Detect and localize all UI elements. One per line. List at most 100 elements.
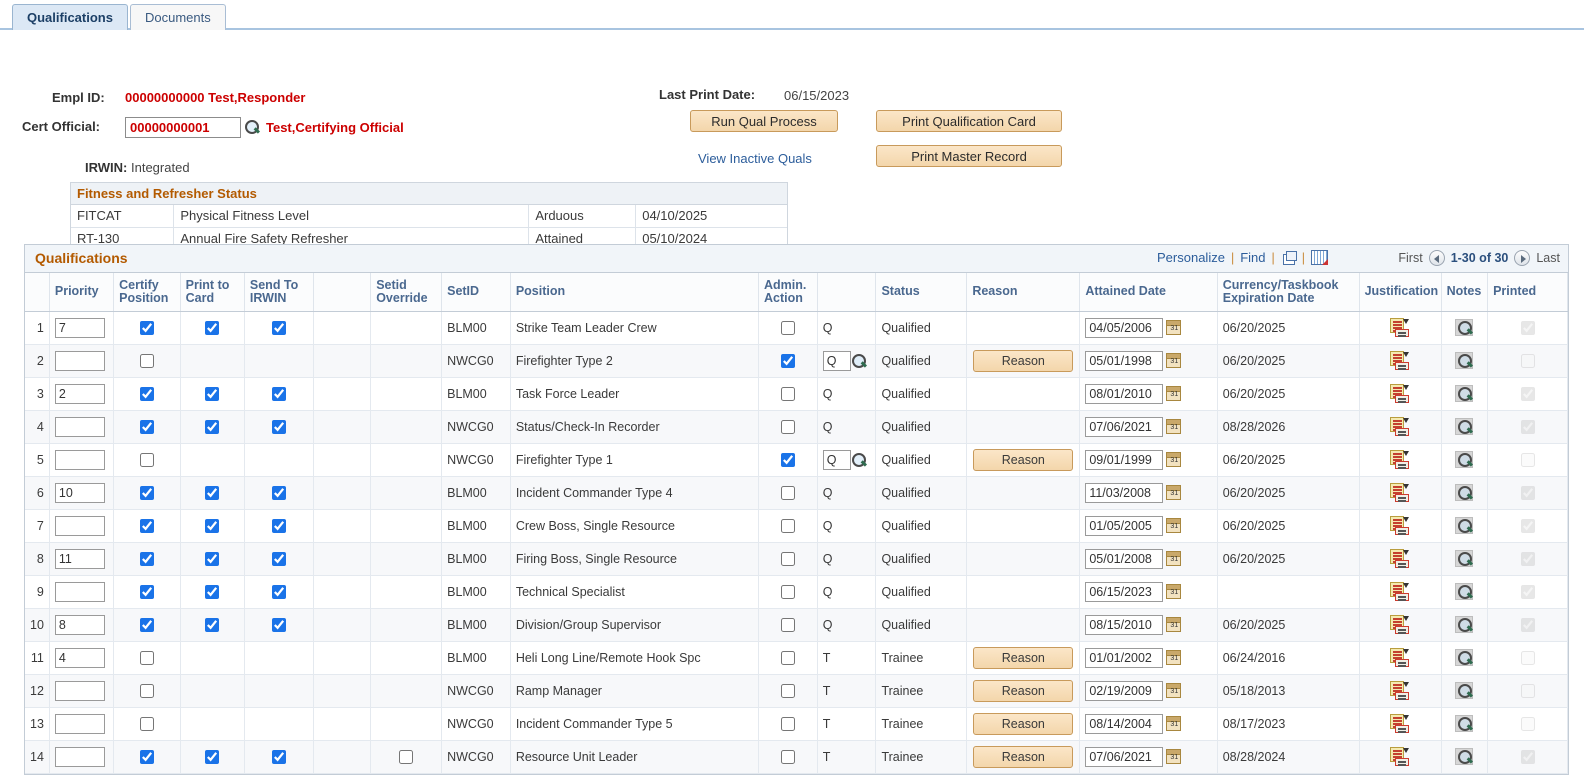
reason-button[interactable]: Reason — [973, 679, 1074, 702]
print-to-card-checkbox[interactable] — [205, 320, 220, 335]
calendar-icon[interactable] — [1166, 320, 1182, 335]
send-to-irwin-checkbox[interactable] — [271, 386, 286, 401]
notes-magnifier-icon[interactable] — [1455, 385, 1474, 402]
justification-document-icon[interactable] — [1390, 714, 1410, 733]
calendar-icon[interactable] — [1166, 353, 1182, 368]
justification-document-icon[interactable] — [1390, 450, 1410, 469]
admin-action-checkbox[interactable] — [780, 716, 795, 731]
justification-document-icon[interactable] — [1390, 483, 1410, 502]
justification-document-icon[interactable] — [1390, 318, 1410, 337]
print-to-card-checkbox[interactable] — [205, 518, 220, 533]
priority-input[interactable] — [54, 515, 105, 536]
certify-position-checkbox[interactable] — [139, 419, 154, 434]
certify-position-checkbox[interactable] — [139, 584, 154, 599]
send-to-irwin-checkbox[interactable] — [271, 320, 286, 335]
admin-action-checkbox[interactable] — [780, 518, 795, 533]
download-grid-icon[interactable] — [1311, 250, 1328, 265]
attained-date-input[interactable] — [1085, 449, 1164, 470]
admin-action-code-input[interactable] — [822, 350, 851, 371]
priority-input[interactable] — [54, 548, 105, 569]
priority-input[interactable] — [54, 614, 105, 635]
certify-position-checkbox[interactable] — [139, 485, 154, 500]
send-to-irwin-checkbox[interactable] — [271, 419, 286, 434]
justification-document-icon[interactable] — [1390, 417, 1410, 436]
admin-action-code-input[interactable] — [822, 449, 851, 470]
justification-document-icon[interactable] — [1390, 384, 1410, 403]
reason-button[interactable]: Reason — [973, 712, 1074, 735]
admin-action-checkbox[interactable] — [780, 485, 795, 500]
admin-action-checkbox[interactable] — [780, 386, 795, 401]
admin-action-checkbox[interactable] — [780, 617, 795, 632]
admin-action-checkbox[interactable] — [780, 683, 795, 698]
attained-date-input[interactable] — [1085, 713, 1164, 734]
admin-action-checkbox[interactable] — [780, 551, 795, 566]
admin-action-lookup-icon[interactable] — [851, 452, 867, 468]
personalize-link[interactable]: Personalize — [1157, 250, 1225, 265]
previous-page-icon[interactable] — [1428, 250, 1445, 266]
priority-input[interactable] — [54, 317, 105, 338]
attained-date-input[interactable] — [1085, 680, 1164, 701]
justification-document-icon[interactable] — [1390, 648, 1410, 667]
admin-action-checkbox[interactable] — [780, 452, 795, 467]
priority-input[interactable] — [54, 350, 105, 371]
tab-documents[interactable]: Documents — [129, 4, 226, 30]
calendar-icon[interactable] — [1166, 650, 1182, 665]
certify-position-checkbox[interactable] — [139, 551, 154, 566]
certify-position-checkbox[interactable] — [139, 683, 154, 698]
calendar-icon[interactable] — [1166, 551, 1182, 566]
last-page-label[interactable]: Last — [1536, 251, 1560, 265]
send-to-irwin-checkbox[interactable] — [271, 518, 286, 533]
attained-date-input[interactable] — [1085, 614, 1164, 635]
calendar-icon[interactable] — [1166, 617, 1182, 632]
reason-button[interactable]: Reason — [973, 646, 1074, 669]
attained-date-input[interactable] — [1085, 350, 1164, 371]
attained-date-input[interactable] — [1085, 581, 1164, 602]
calendar-icon[interactable] — [1166, 452, 1182, 467]
justification-document-icon[interactable] — [1390, 615, 1410, 634]
cert-official-input[interactable] — [125, 117, 241, 138]
calendar-icon[interactable] — [1166, 749, 1182, 764]
priority-input[interactable] — [54, 647, 105, 668]
print-to-card-checkbox[interactable] — [205, 749, 220, 764]
notes-magnifier-icon[interactable] — [1455, 583, 1474, 600]
notes-magnifier-icon[interactable] — [1455, 649, 1474, 666]
send-to-irwin-checkbox[interactable] — [271, 617, 286, 632]
reason-button[interactable]: Reason — [973, 349, 1074, 372]
calendar-icon[interactable] — [1166, 419, 1182, 434]
reason-button[interactable]: Reason — [973, 448, 1074, 471]
calendar-icon[interactable] — [1166, 683, 1182, 698]
notes-magnifier-icon[interactable] — [1455, 616, 1474, 633]
reason-button[interactable]: Reason — [973, 745, 1074, 768]
certify-position-checkbox[interactable] — [139, 518, 154, 533]
certify-position-checkbox[interactable] — [139, 320, 154, 335]
print-qualification-card-button[interactable]: Print Qualification Card — [876, 110, 1062, 132]
justification-document-icon[interactable] — [1390, 516, 1410, 535]
print-master-record-button[interactable]: Print Master Record — [876, 145, 1062, 167]
calendar-icon[interactable] — [1166, 584, 1182, 599]
admin-action-checkbox[interactable] — [780, 419, 795, 434]
certify-position-checkbox[interactable] — [139, 650, 154, 665]
print-to-card-checkbox[interactable] — [205, 551, 220, 566]
print-to-card-checkbox[interactable] — [205, 617, 220, 632]
notes-magnifier-icon[interactable] — [1455, 715, 1474, 732]
print-to-card-checkbox[interactable] — [205, 386, 220, 401]
priority-input[interactable] — [54, 713, 105, 734]
first-page-label[interactable]: First — [1398, 251, 1422, 265]
certify-position-checkbox[interactable] — [139, 716, 154, 731]
notes-magnifier-icon[interactable] — [1455, 319, 1474, 336]
certify-position-checkbox[interactable] — [139, 452, 154, 467]
notes-magnifier-icon[interactable] — [1455, 748, 1474, 765]
print-to-card-checkbox[interactable] — [205, 419, 220, 434]
notes-magnifier-icon[interactable] — [1455, 682, 1474, 699]
certify-position-checkbox[interactable] — [139, 386, 154, 401]
attained-date-input[interactable] — [1085, 746, 1164, 767]
calendar-icon[interactable] — [1166, 386, 1182, 401]
send-to-irwin-checkbox[interactable] — [271, 749, 286, 764]
notes-magnifier-icon[interactable] — [1455, 418, 1474, 435]
priority-input[interactable] — [54, 482, 105, 503]
next-page-icon[interactable] — [1514, 250, 1531, 266]
notes-magnifier-icon[interactable] — [1455, 451, 1474, 468]
calendar-icon[interactable] — [1166, 485, 1182, 500]
attained-date-input[interactable] — [1085, 317, 1164, 338]
attained-date-input[interactable] — [1085, 482, 1164, 503]
